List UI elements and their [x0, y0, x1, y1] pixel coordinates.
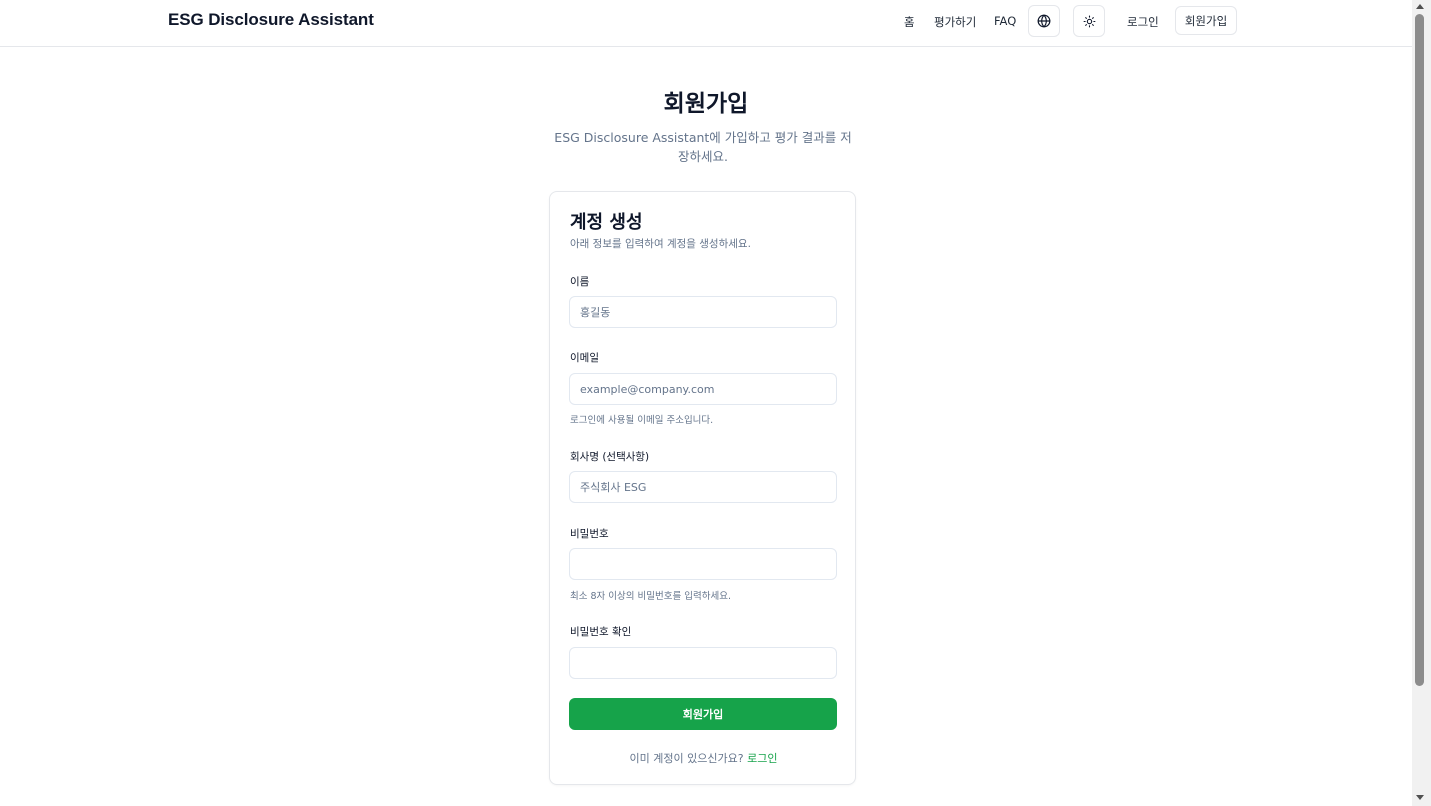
scroll-up-icon[interactable] — [1416, 4, 1424, 9]
login-prompt: 이미 계정이 있으신가요? 로그인 — [550, 750, 857, 766]
nav-home-link[interactable]: 홈 — [904, 14, 915, 30]
company-input[interactable] — [569, 471, 837, 503]
name-label: 이름 — [570, 276, 590, 288]
nav-evaluate-link[interactable]: 평가하기 — [934, 14, 976, 30]
login-prompt-link[interactable]: 로그인 — [747, 752, 777, 765]
page-subtitle: ESG Disclosure Assistant에 가입하고 평가 결과를 저장… — [554, 130, 852, 164]
card-title: 계정 생성 — [570, 212, 643, 233]
signup-card: 계정 생성 아래 정보를 입력하여 계정을 생성하세요. 이름 이메일 로그인에… — [549, 191, 856, 785]
company-label: 회사명 (선택사항) — [570, 451, 650, 463]
login-link[interactable]: 로그인 — [1127, 14, 1159, 30]
scrollbar-thumb[interactable] — [1415, 14, 1424, 686]
sun-icon — [1083, 15, 1095, 27]
email-hint: 로그인에 사용될 이메일 주소입니다. — [570, 415, 714, 426]
signup-button-header[interactable]: 회원가입 — [1175, 6, 1237, 35]
password-input[interactable] — [569, 548, 837, 580]
page: ESG Disclosure Assistant 홈 평가하기 FAQ 로그인 … — [0, 0, 1431, 806]
email-label: 이메일 — [570, 352, 599, 364]
login-prompt-text: 이미 계정이 있으신가요? — [629, 752, 748, 765]
theme-toggle-button[interactable] — [1073, 5, 1105, 37]
nav-faq-link[interactable]: FAQ — [994, 14, 1016, 28]
page-title: 회원가입 — [663, 91, 749, 117]
top-navbar: ESG Disclosure Assistant 홈 평가하기 FAQ 로그인 … — [0, 0, 1412, 47]
scroll-down-icon[interactable] — [1416, 795, 1424, 800]
password-confirm-input[interactable] — [569, 647, 837, 679]
page-scrollbar[interactable] — [1412, 0, 1431, 806]
brand-logo-text[interactable]: ESG Disclosure Assistant — [168, 10, 374, 30]
language-button[interactable] — [1028, 5, 1060, 37]
card-description: 아래 정보를 입력하여 계정을 생성하세요. — [570, 238, 751, 250]
email-input[interactable] — [569, 373, 837, 405]
password-label: 비밀번호 — [570, 528, 609, 540]
name-input[interactable] — [569, 296, 837, 328]
globe-icon — [1037, 14, 1051, 28]
password-confirm-label: 비밀번호 확인 — [570, 626, 632, 638]
submit-signup-button[interactable]: 회원가입 — [569, 698, 837, 730]
password-hint: 최소 8자 이상의 비밀번호를 입력하세요. — [570, 591, 731, 602]
